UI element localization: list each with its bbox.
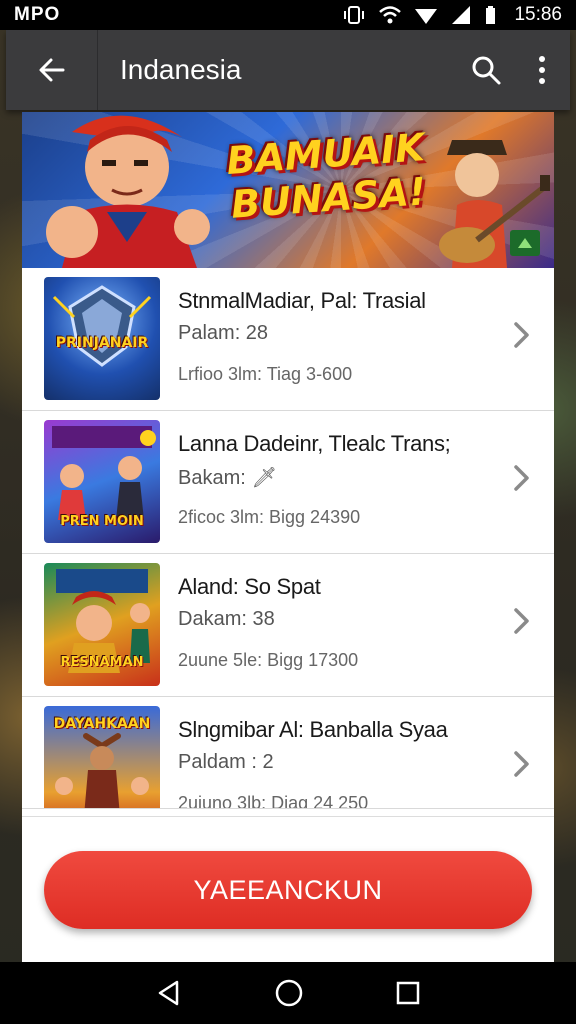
search-button[interactable] bbox=[458, 30, 514, 110]
cell-signal-icon bbox=[452, 6, 471, 24]
game-thumbnail: PREN MOIN bbox=[44, 420, 160, 543]
item-subtitle: Bakam: 🗡 bbox=[178, 467, 277, 489]
list-item[interactable]: PRINJANAIR StnmalMadiar, Pal: Trasial Pa… bbox=[22, 268, 554, 411]
item-subtitle: Paldam : 2 bbox=[178, 751, 274, 773]
item-title: Lanna Dadeinr, Tlealc Trans; bbox=[178, 431, 451, 456]
page-title: Indanesia bbox=[120, 54, 242, 85]
thumbnail-label: RESNAMAN bbox=[60, 655, 144, 670]
status-left-text: MPO bbox=[14, 4, 61, 25]
promo-banner[interactable]: BAMUAIK BUNASA! bbox=[22, 112, 554, 268]
game-thumbnail: RESNAMAN bbox=[44, 563, 160, 686]
arrow-left-icon bbox=[39, 58, 64, 82]
footer-action-area: YAEEANCKUN bbox=[22, 816, 554, 962]
vibrate-icon bbox=[344, 6, 365, 24]
item-title: Slngmibar Al: Banballa Syaa bbox=[178, 717, 448, 742]
battery-icon bbox=[486, 6, 496, 24]
nav-back-icon[interactable] bbox=[155, 979, 183, 1007]
search-icon bbox=[472, 56, 501, 85]
item-meta: 2uiuno 3lb: Diag 24 250 bbox=[178, 793, 369, 809]
banner-title: BAMUAIK BUNASA! bbox=[219, 125, 435, 227]
item-subtitle: Dakam: 38 bbox=[178, 608, 275, 630]
primary-action-button[interactable]: YAEEANCKUN bbox=[44, 851, 532, 929]
game-list: PRINJANAIR StnmalMadiar, Pal: Trasial Pa… bbox=[22, 268, 554, 809]
list-item[interactable]: DAYAHKAAN Slngmibar Al: Banballa Syaa Pa… bbox=[22, 697, 554, 809]
banner-hero-illustration bbox=[46, 115, 210, 268]
content-card: BAMUAIK BUNASA! PRINJANAIR StnmalMadiar,… bbox=[22, 112, 554, 962]
item-title: StnmalMadiar, Pal: Trasial bbox=[178, 288, 426, 313]
list-item[interactable]: RESNAMAN Aland: So Spat Dakam: 38 2uune … bbox=[22, 554, 554, 697]
game-thumbnail: DAYAHKAAN bbox=[44, 706, 160, 808]
list-item[interactable]: PREN MOIN Lanna Dadeinr, Tlealc Trans; B… bbox=[22, 411, 554, 554]
item-meta: 2uune 5le: Bigg 17300 bbox=[178, 650, 359, 670]
item-title: Aland: So Spat bbox=[178, 574, 321, 599]
item-subtitle: Palam: 28 bbox=[178, 322, 269, 344]
thumbnail-label: PREN MOIN bbox=[60, 514, 144, 529]
game-thumbnail: PRINJANAIR bbox=[44, 277, 160, 400]
status-bar: MPO 15:86 bbox=[0, 0, 576, 30]
chevron-right-icon bbox=[514, 465, 529, 491]
banner-badge-icon bbox=[510, 230, 540, 256]
chevron-right-icon bbox=[514, 751, 529, 777]
back-button[interactable] bbox=[6, 30, 98, 110]
system-nav-bar bbox=[0, 962, 576, 1024]
chevron-right-icon bbox=[514, 608, 529, 634]
wifi-icon bbox=[379, 6, 402, 24]
signal-wifi-full-icon bbox=[415, 9, 438, 24]
nav-recents-icon[interactable] bbox=[395, 980, 421, 1006]
chevron-right-icon bbox=[514, 322, 529, 348]
more-vert-icon bbox=[539, 56, 545, 84]
item-meta: 2ficoc 3lm: Bigg 24390 bbox=[178, 507, 361, 527]
item-meta: Lrfioo 3lm: Tiag 3-600 bbox=[178, 364, 353, 384]
thumbnail-label: DAYAHKAAN bbox=[53, 716, 151, 732]
app-bar: Indanesia bbox=[6, 30, 570, 110]
nav-home-icon[interactable] bbox=[274, 978, 304, 1008]
status-time: 15:86 bbox=[514, 4, 562, 25]
more-options-button[interactable] bbox=[514, 30, 570, 110]
thumbnail-label: PRINJANAIR bbox=[55, 335, 149, 351]
